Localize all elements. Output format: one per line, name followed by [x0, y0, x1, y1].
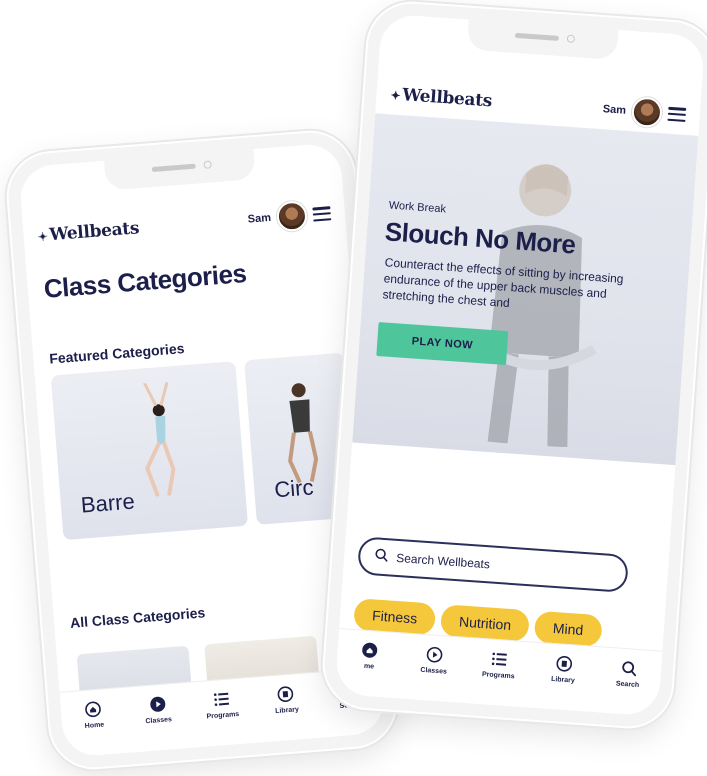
nav-classes[interactable]: Classes: [132, 693, 184, 726]
featured-class-hero: Work Break Slouch No More Counteract the…: [352, 113, 699, 466]
list-icon: [212, 690, 231, 709]
featured-categories-heading: Featured Categories: [48, 340, 185, 367]
header-user-area: Sam: [247, 198, 332, 234]
speaker: [514, 32, 560, 41]
nav-programs[interactable]: Programs: [196, 688, 248, 721]
card-label: Barre: [79, 488, 136, 518]
right-phone-mockup: ✦Wellbeats Sam Work Break Slouch No More…: [319, 0, 707, 732]
nav-label: Search: [615, 680, 640, 690]
hero-eyebrow: Work Break: [388, 199, 447, 216]
nav-home[interactable]: Home: [68, 698, 120, 731]
hamburger-menu-icon[interactable]: [667, 106, 687, 122]
search-icon: [619, 659, 638, 678]
logo-text: Wellbeats: [401, 85, 493, 112]
nav-label: Programs: [481, 671, 515, 681]
nav-library[interactable]: Library: [538, 653, 590, 685]
library-icon: [276, 685, 295, 704]
avatar[interactable]: [275, 200, 309, 233]
logo-mark-icon: ✦: [37, 229, 49, 245]
logo-mark-icon: ✦: [390, 88, 401, 103]
camera: [203, 160, 212, 169]
right-phone-screen: ✦Wellbeats Sam Work Break Slouch No More…: [334, 13, 706, 717]
nav-classes[interactable]: Classes: [408, 644, 460, 676]
play-circle-icon: [425, 645, 444, 664]
nav-library[interactable]: Library: [260, 683, 312, 716]
search-bar[interactable]: [357, 536, 630, 593]
nav-programs[interactable]: Programs: [473, 649, 525, 681]
user-name: Sam: [247, 211, 272, 226]
search-input[interactable]: [395, 550, 597, 579]
bottom-navigation: me Classes Programs Library Search: [334, 628, 663, 717]
home-icon: [84, 700, 103, 719]
avatar[interactable]: [630, 96, 663, 129]
camera: [566, 34, 576, 44]
header-user-area: Sam: [602, 94, 687, 130]
nav-label: Home: [84, 721, 105, 731]
nav-label: Library: [550, 675, 575, 685]
all-class-categories-heading: All Class Categories: [69, 604, 206, 631]
wellbeats-logo[interactable]: ✦Wellbeats: [37, 218, 140, 246]
nav-home[interactable]: me: [344, 640, 396, 672]
page-title: Class Categories: [42, 258, 248, 304]
hero-description: Counteract the effects of sitting by inc…: [382, 255, 624, 311]
nav-label: Programs: [206, 710, 240, 721]
play-circle-icon: [148, 695, 167, 714]
phone-notch: [104, 149, 256, 191]
list-icon: [490, 650, 509, 669]
home-icon: [361, 641, 380, 660]
barre-dancer-figure: [143, 381, 176, 497]
wellbeats-logo[interactable]: ✦Wellbeats: [390, 84, 493, 111]
card-label: Circ: [273, 474, 315, 503]
nav-label: me: [363, 662, 375, 671]
category-card-barre[interactable]: Barre: [50, 361, 249, 541]
speaker: [151, 163, 196, 173]
circuit-athlete-figure: [288, 383, 319, 484]
nav-label: Library: [274, 706, 300, 716]
nav-label: Classes: [145, 716, 173, 726]
library-icon: [554, 654, 573, 673]
user-name: Sam: [602, 103, 627, 117]
app-header: ✦Wellbeats Sam: [22, 192, 346, 257]
phone-notch: [466, 19, 619, 60]
nav-label: Classes: [420, 666, 448, 676]
hamburger-menu-icon[interactable]: [312, 206, 332, 222]
logo-text: Wellbeats: [48, 218, 140, 246]
nav-search[interactable]: Search: [602, 658, 654, 690]
search-icon: [374, 547, 389, 567]
